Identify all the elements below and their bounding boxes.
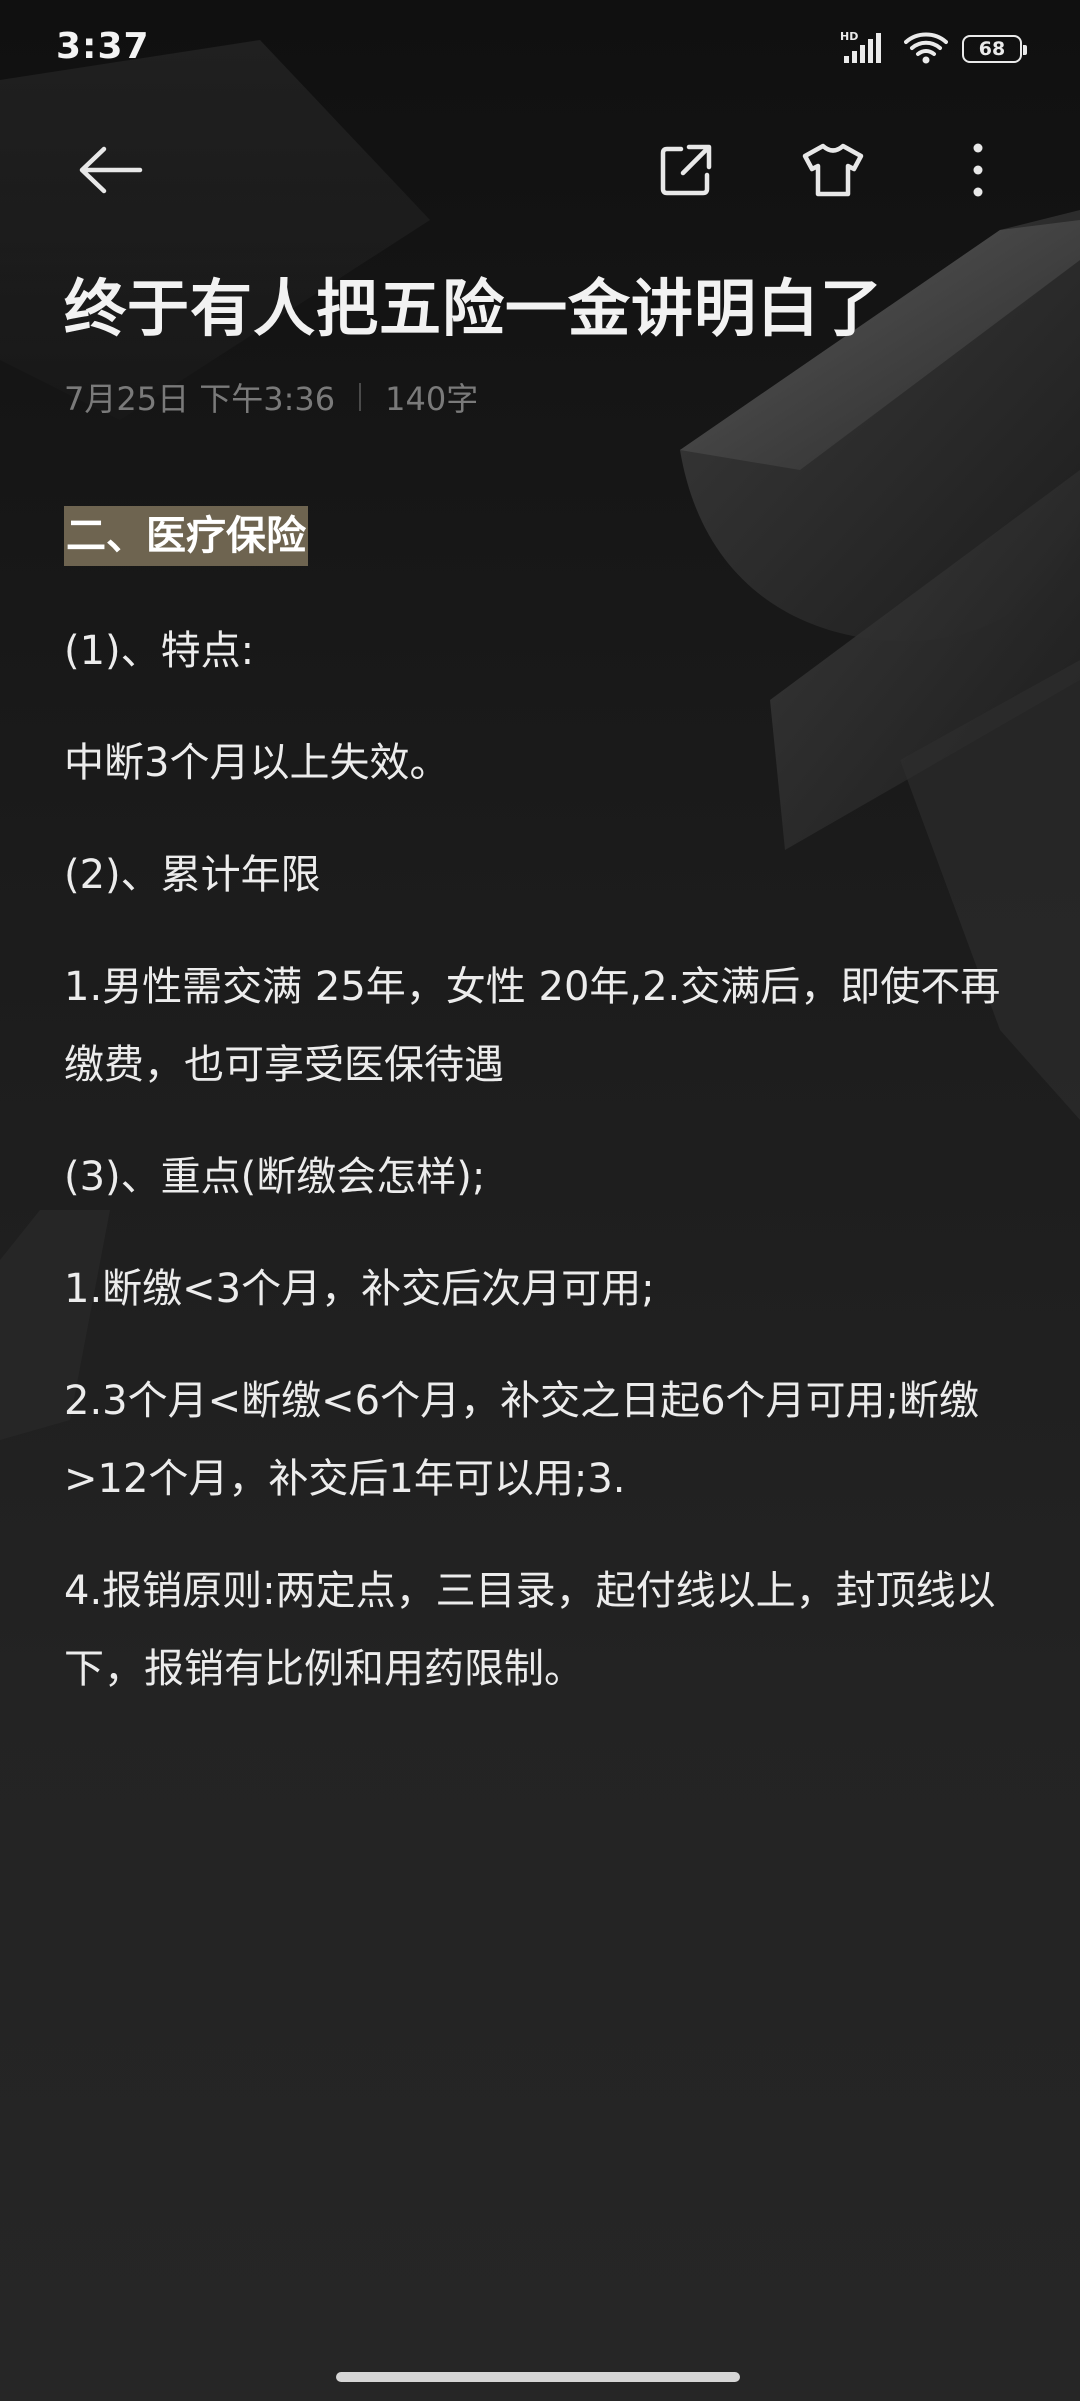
tshirt-icon <box>802 143 864 197</box>
theme-button[interactable] <box>797 134 869 206</box>
share-button[interactable] <box>650 134 722 206</box>
paragraph: 4.报销原则:两定点，三目录，起付线以上，封顶线以下，报销有比例和用药限制。 <box>64 1568 996 1692</box>
note-meta: 7月25日 下午3:36 140字 <box>64 374 478 420</box>
back-arrow-icon <box>79 146 143 194</box>
battery-icon: 68 <box>962 35 1027 63</box>
paragraph: (1)、特点: <box>64 628 255 674</box>
back-button[interactable] <box>76 134 148 206</box>
paragraph: (2)、累计年限 <box>64 852 321 898</box>
meta-divider <box>359 383 362 411</box>
status-icons: HD 68 <box>840 30 1027 68</box>
note-date: 7月25日 下午3:36 <box>64 380 336 418</box>
network-label: HD <box>840 30 858 43</box>
paragraph: 1.男性需交满 25年，女性 20年,2.交满后，即使不再缴费，也可享受医保待遇 <box>64 964 1001 1088</box>
paragraph: 中断3个月以上失效。 <box>64 740 450 786</box>
paragraph: (3)、重点(断缴会怎样); <box>64 1154 486 1200</box>
more-vertical-icon <box>973 143 983 197</box>
share-icon <box>660 144 712 196</box>
wifi-icon <box>904 30 948 68</box>
note-title[interactable]: 终于有人把五险一金讲明白了 <box>64 258 1024 348</box>
status-time: 3:37 <box>56 26 150 67</box>
paragraph: 2.3个月<断缴<6个月，补交之日起6个月可用;断缴>12个月，补交后1年可以用… <box>64 1378 980 1502</box>
note-toolbar <box>0 120 1080 220</box>
note-word-count: 140字 <box>385 380 479 418</box>
paragraph: 1.断缴<3个月，补交后次月可用; <box>64 1266 655 1312</box>
more-button[interactable] <box>942 134 1014 206</box>
section-heading: 二、医疗保险 <box>64 506 308 566</box>
battery-level: 68 <box>978 38 1006 60</box>
status-bar: 3:37 HD 68 <box>0 0 1080 100</box>
note-body[interactable]: 二、医疗保险 (1)、特点: 中断3个月以上失效。 (2)、累计年限 1.男性需… <box>64 506 1024 1742</box>
home-indicator[interactable] <box>336 2372 740 2382</box>
signal-icon: HD <box>840 30 890 68</box>
